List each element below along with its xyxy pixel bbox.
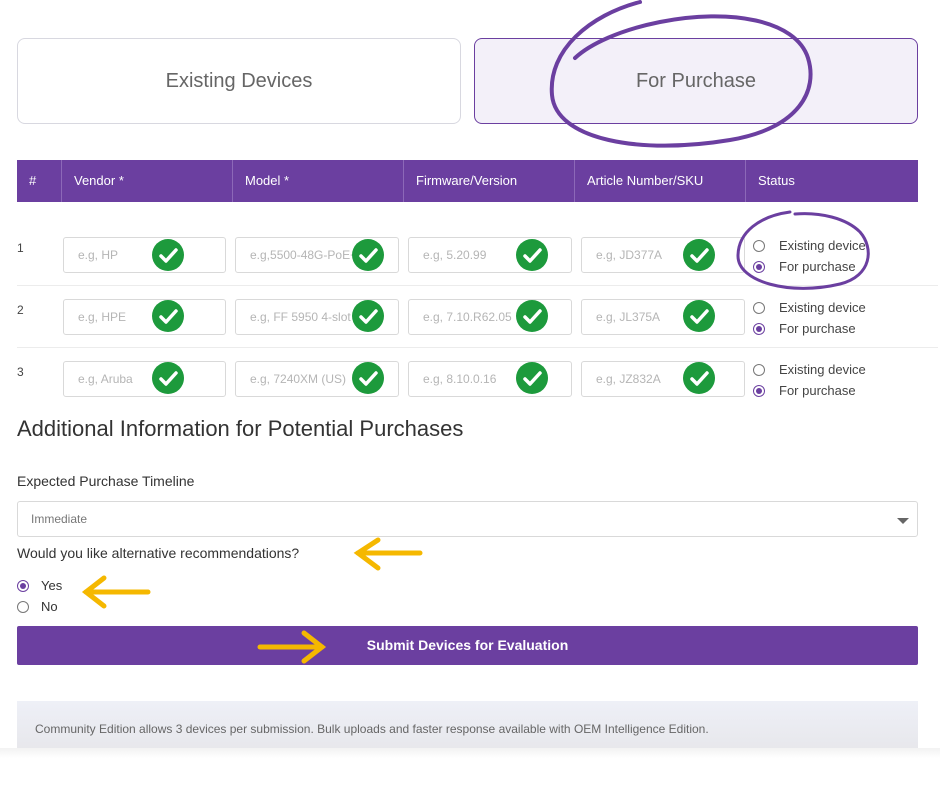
option-no-label: No: [41, 599, 58, 614]
row-number: 3: [17, 365, 24, 379]
existing-devices-toggle[interactable]: Existing Devices: [17, 38, 461, 124]
status-purchase-label: For purchase: [779, 259, 856, 274]
header-firmware: Firmware/Version: [404, 160, 575, 202]
devices-table-header: # Vendor * Model * Firmware/Version Arti…: [17, 160, 918, 202]
vendor-input[interactable]: e.g, Aruba: [63, 361, 226, 397]
status-existing-option[interactable]: Existing device: [753, 297, 866, 318]
check-icon: [152, 362, 184, 394]
vendor-input[interactable]: e.g, HPE: [63, 299, 226, 335]
recommendations-radio-group: Yes No: [17, 575, 62, 617]
status-existing-label: Existing device: [779, 300, 866, 315]
sku-input[interactable]: e.g, JL375A: [581, 299, 745, 335]
submit-button[interactable]: Submit Devices for Evaluation: [17, 626, 918, 665]
status-purchase-option[interactable]: For purchase: [753, 318, 866, 339]
footer-divider: [0, 748, 940, 758]
timeline-value: Immediate: [31, 512, 88, 526]
option-no[interactable]: No: [17, 596, 62, 617]
check-icon: [683, 362, 715, 394]
for-purchase-label: For Purchase: [635, 69, 757, 92]
header-sku: Article Number/SKU: [575, 160, 746, 202]
radio-icon[interactable]: [753, 363, 765, 376]
timeline-select[interactable]: Immediate: [17, 501, 918, 537]
check-icon: [352, 239, 384, 271]
check-icon: [352, 362, 384, 394]
for-purchase-toggle[interactable]: For Purchase: [474, 38, 918, 124]
header-model: Model *: [233, 160, 404, 202]
radio-icon[interactable]: [753, 301, 765, 314]
radio-selected-icon[interactable]: [753, 384, 765, 397]
status-purchase-option[interactable]: For purchase: [753, 380, 866, 401]
option-yes[interactable]: Yes: [17, 575, 62, 596]
status-existing-label: Existing device: [779, 238, 866, 253]
yellow-arrow-icon: [353, 537, 423, 571]
radio-icon[interactable]: [753, 239, 765, 252]
option-yes-label: Yes: [41, 578, 63, 593]
check-icon: [152, 300, 184, 332]
status-existing-option[interactable]: Existing device: [753, 359, 866, 380]
status-radio-group: Existing device For purchase: [753, 359, 866, 401]
sku-input[interactable]: e.g, JZ832A: [581, 361, 745, 397]
row-number: 2: [17, 303, 24, 317]
timeline-label: Expected Purchase Timeline: [17, 473, 195, 489]
header-status: Status: [758, 173, 795, 188]
check-icon: [683, 300, 715, 332]
status-purchase-option[interactable]: For purchase: [753, 256, 866, 277]
check-icon: [516, 362, 548, 394]
radio-selected-icon[interactable]: [753, 322, 765, 335]
radio-icon[interactable]: [17, 600, 29, 613]
check-icon: [516, 300, 548, 332]
sku-input[interactable]: e.g, JD377A: [581, 237, 745, 273]
additional-info-title: Additional Information for Potential Pur…: [17, 416, 464, 441]
status-radio-group: Existing device For purchase: [753, 297, 866, 339]
check-icon: [516, 239, 548, 271]
status-purchase-label: For purchase: [779, 321, 856, 336]
existing-devices-label: Existing Devices: [165, 69, 313, 92]
status-purchase-label: For purchase: [779, 383, 856, 398]
check-icon: [352, 300, 384, 332]
check-icon: [152, 239, 184, 271]
status-existing-label: Existing device: [779, 362, 866, 377]
status-radio-group: Existing device For purchase: [753, 235, 866, 277]
radio-selected-icon[interactable]: [753, 260, 765, 273]
check-icon: [683, 239, 715, 271]
radio-selected-icon[interactable]: [17, 579, 29, 592]
status-existing-option[interactable]: Existing device: [753, 235, 866, 256]
vendor-input[interactable]: e.g, HP: [63, 237, 226, 273]
yellow-arrow-icon: [81, 575, 151, 609]
row-number: 1: [17, 241, 24, 255]
chevron-down-icon: [897, 518, 909, 524]
header-vendor: Vendor *: [62, 160, 233, 202]
header-number: #: [17, 160, 62, 202]
recommendations-question: Would you like alternative recommendatio…: [17, 545, 300, 561]
